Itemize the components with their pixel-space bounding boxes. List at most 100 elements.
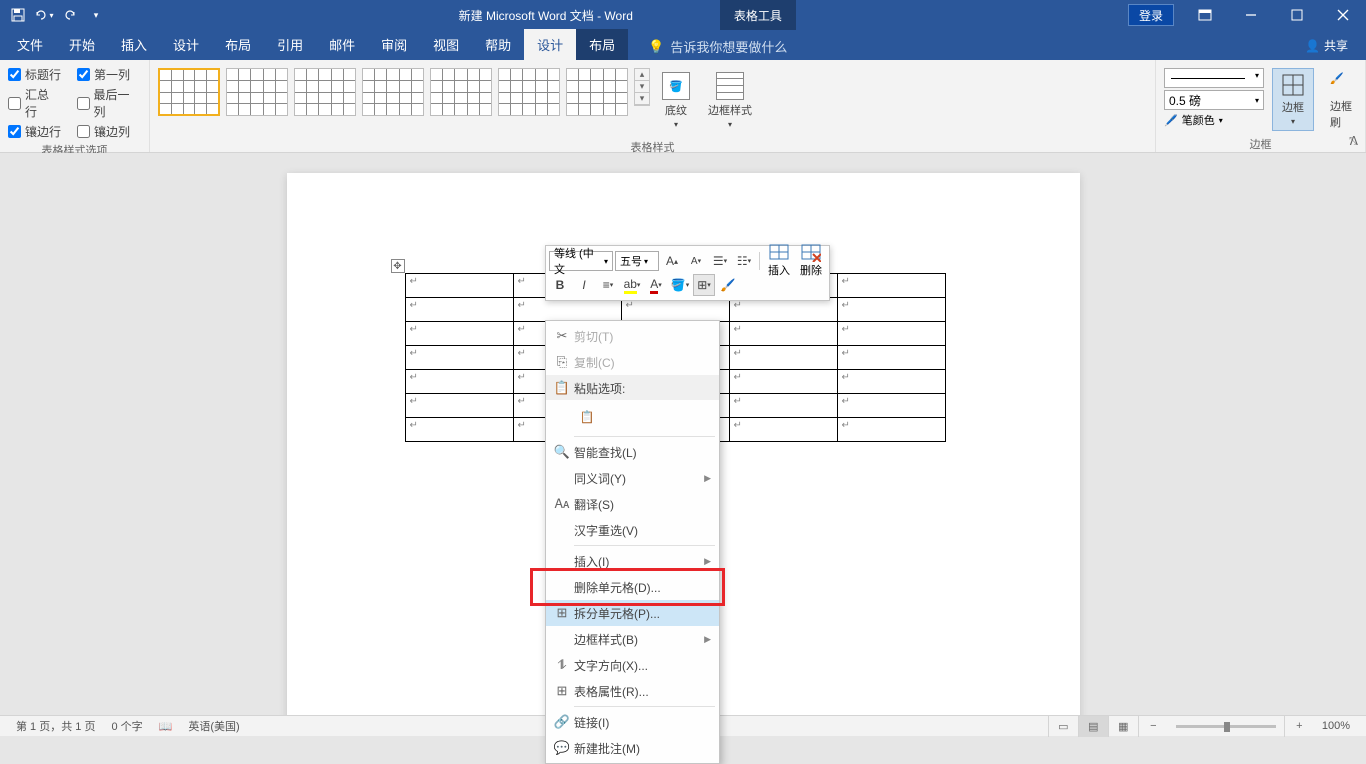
style-thumb-5[interactable] <box>430 68 492 116</box>
tab-references[interactable]: 引用 <box>264 29 316 60</box>
context-menu: ✂剪切(T) ⎘复制(C) 📋粘贴选项: 📋 🔍智能查找(L) 同义词(Y)▶ … <box>545 320 720 764</box>
pen-color-button[interactable]: 🖊️笔颜色 ▾ <box>1164 112 1264 128</box>
ribbon-display-options[interactable] <box>1182 0 1228 30</box>
tell-me-search[interactable]: 💡 告诉我你想要做什么 <box>640 33 795 60</box>
table-insert-icon <box>769 244 789 262</box>
style-thumb-3[interactable] <box>294 68 356 116</box>
login-button[interactable]: 登录 <box>1128 4 1174 26</box>
tab-help[interactable]: 帮助 <box>472 29 524 60</box>
mini-highlight[interactable]: ab▾ <box>621 274 643 296</box>
style-thumb-1[interactable] <box>158 68 220 116</box>
pen-weight-select[interactable]: 0.5 磅▾ <box>1164 90 1264 110</box>
zoom-level[interactable]: 100% <box>1314 720 1358 732</box>
table-styles-gallery[interactable]: ▴▾▾ 🪣 底纹▾ 边框样式▾ <box>158 64 1147 137</box>
cm-link[interactable]: 🔗链接(I) <box>546 709 719 735</box>
border-style-icon <box>716 72 744 100</box>
check-first-col[interactable]: 第一列 <box>77 66 130 83</box>
cm-border-styles[interactable]: 边框样式(B)▶ <box>546 626 719 652</box>
cm-cut[interactable]: ✂剪切(T) <box>546 323 719 349</box>
cm-paste-keep-formatting[interactable]: 📋 <box>574 404 600 430</box>
mini-shrink-font[interactable]: A▾ <box>685 250 707 272</box>
group-borders-label: 边框 <box>1164 134 1357 152</box>
mini-delete-button[interactable]: 删除 <box>796 238 826 284</box>
collapse-ribbon-button[interactable]: ᐱ <box>1350 134 1358 148</box>
cm-split-cells[interactable]: ⊞拆分单元格(P)... <box>546 600 719 626</box>
style-thumb-2[interactable] <box>226 68 288 116</box>
cm-chinese-conv[interactable]: 汉字重选(V) <box>546 517 719 543</box>
close-button[interactable] <box>1320 0 1366 30</box>
mini-borders[interactable]: ⊞▾ <box>693 274 715 296</box>
minimize-button[interactable] <box>1228 0 1274 30</box>
mini-bold[interactable]: B <box>549 274 571 296</box>
tab-design[interactable]: 设计 <box>160 29 212 60</box>
tab-table-design[interactable]: 设计 <box>524 29 576 60</box>
mini-align[interactable]: ≡▾ <box>597 274 619 296</box>
status-word-count[interactable]: 0 个字 <box>103 718 150 734</box>
cm-translate[interactable]: 🗛翻译(S) <box>546 491 719 517</box>
cm-table-props[interactable]: ⊞表格属性(R)... <box>546 678 719 704</box>
mini-format-painter[interactable]: 🖌️ <box>717 274 739 296</box>
style-thumb-6[interactable] <box>498 68 560 116</box>
maximize-button[interactable] <box>1274 0 1320 30</box>
mini-shading[interactable]: 🪣▾ <box>669 274 691 296</box>
line-style-select[interactable]: ▾ <box>1164 68 1264 88</box>
tab-home[interactable]: 开始 <box>56 29 108 60</box>
mini-font-color[interactable]: A▾ <box>645 274 667 296</box>
mini-insert-button[interactable]: 插入 <box>764 238 794 284</box>
mini-size-select[interactable]: 五号▾ <box>615 251 659 271</box>
tab-insert[interactable]: 插入 <box>108 29 160 60</box>
qat-customize[interactable]: ▾ <box>84 3 108 27</box>
copy-icon: ⎘ <box>550 352 574 372</box>
redo-button[interactable] <box>58 3 82 27</box>
border-styles-button[interactable]: 边框样式▾ <box>702 68 758 133</box>
cm-paste-header: 粘贴选项: <box>574 380 711 397</box>
cut-icon: ✂ <box>550 326 574 346</box>
table-move-handle[interactable]: ✥ <box>391 259 405 273</box>
check-last-col[interactable]: 最后一列 <box>77 86 141 120</box>
status-spellcheck-icon[interactable]: 📖 <box>151 720 181 733</box>
save-button[interactable] <box>6 3 30 27</box>
tab-view[interactable]: 视图 <box>420 29 472 60</box>
check-total-row[interactable]: 汇总行 <box>8 86 61 120</box>
shading-button[interactable]: 🪣 底纹▾ <box>656 68 696 133</box>
cm-text-direction[interactable]: ⥮文字方向(X)... <box>546 652 719 678</box>
style-thumb-4[interactable] <box>362 68 424 116</box>
cm-insert[interactable]: 插入(I)▶ <box>546 548 719 574</box>
tab-file[interactable]: 文件 <box>4 29 56 60</box>
mini-bullets[interactable]: ☰▾ <box>709 250 731 272</box>
gallery-more[interactable]: ▴▾▾ <box>634 68 650 106</box>
cm-copy[interactable]: ⎘复制(C) <box>546 349 719 375</box>
check-banded-col[interactable]: 镶边列 <box>77 123 130 140</box>
table-props-icon: ⊞ <box>550 681 574 701</box>
mini-grow-font[interactable]: A▴ <box>661 250 683 272</box>
style-thumb-7[interactable] <box>566 68 628 116</box>
cm-new-comment[interactable]: 💬新建批注(M) <box>546 735 719 761</box>
status-page[interactable]: 第 1 页，共 1 页 <box>8 718 103 734</box>
tab-review[interactable]: 审阅 <box>368 29 420 60</box>
cm-smart-lookup[interactable]: 🔍智能查找(L) <box>546 439 719 465</box>
undo-button[interactable]: ▾ <box>32 3 56 27</box>
bucket-icon: 🪣 <box>662 72 690 100</box>
view-web-layout[interactable]: ▦ <box>1108 716 1138 737</box>
tab-layout[interactable]: 布局 <box>212 29 264 60</box>
zoom-out[interactable]: − <box>1138 716 1168 737</box>
share-button[interactable]: 👤 共享 <box>1291 31 1362 60</box>
mini-italic[interactable]: I <box>573 274 595 296</box>
zoom-in[interactable]: + <box>1284 716 1314 737</box>
border-painter-button[interactable]: 🖌️ 边框刷 <box>1322 68 1362 134</box>
view-print-layout[interactable]: ▤ <box>1078 716 1108 737</box>
check-banded-row[interactable]: 镶边行 <box>8 123 61 140</box>
window-title: 新建 Microsoft Word 文档 - Word <box>380 7 712 24</box>
borders-button[interactable]: 边框▾ <box>1272 68 1314 131</box>
cm-delete-cells[interactable]: 删除单元格(D)... <box>546 574 719 600</box>
mini-numbering[interactable]: ☷▾ <box>733 250 755 272</box>
zoom-slider[interactable] <box>1176 725 1276 728</box>
mini-font-select[interactable]: 等线 (中文▾ <box>549 251 613 271</box>
tab-table-layout[interactable]: 布局 <box>576 29 628 60</box>
view-read-mode[interactable]: ▭ <box>1048 716 1078 737</box>
status-language[interactable]: 英语(美国) <box>180 718 247 734</box>
check-header-row[interactable]: 标题行 <box>8 66 61 83</box>
share-label: 共享 <box>1324 37 1348 54</box>
tab-mailings[interactable]: 邮件 <box>316 29 368 60</box>
cm-synonyms[interactable]: 同义词(Y)▶ <box>546 465 719 491</box>
